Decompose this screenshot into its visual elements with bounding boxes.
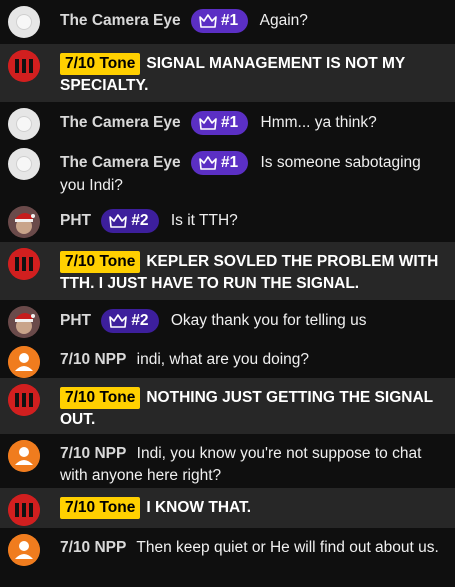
author-name[interactable]: 7/10 NPP: [60, 539, 126, 556]
chat-message: 7/10 NPP Indi, you know you're not suppo…: [0, 434, 455, 488]
author-name[interactable]: 7/10 NPP: [60, 445, 126, 462]
chat-message: PHT #2 Okay thank you for telling us: [0, 300, 455, 340]
avatar[interactable]: [8, 50, 40, 82]
tone-badge[interactable]: 7/10 Tone: [60, 497, 141, 519]
rank-label: #1: [220, 154, 239, 171]
author-name[interactable]: 7/10 NPP: [60, 351, 126, 368]
rank-badge: #1: [190, 9, 249, 33]
avatar[interactable]: [8, 108, 40, 140]
author-name[interactable]: PHT: [60, 212, 91, 229]
crown-icon: [199, 156, 217, 170]
person-icon: [8, 440, 40, 472]
person-icon: [8, 346, 40, 378]
tone-badge[interactable]: 7/10 Tone: [60, 387, 141, 409]
rank-label: #1: [220, 12, 239, 29]
chat-message: 7/10 Tone I KNOW THAT.: [0, 488, 455, 528]
rank-badge: #2: [101, 309, 159, 333]
avatar[interactable]: [8, 206, 40, 238]
avatar[interactable]: [8, 534, 40, 566]
tone-logo-icon: [8, 50, 40, 82]
avatar[interactable]: [8, 248, 40, 280]
rank-badge: #2: [101, 209, 159, 233]
chat-message: 7/10 Tone SIGNAL MANAGEMENT IS NOT MY SPE…: [0, 44, 455, 102]
message-text: Then keep quiet or He will find out abou…: [136, 539, 439, 556]
avatar[interactable]: [8, 384, 40, 416]
avatar[interactable]: [8, 346, 40, 378]
crown-icon: [109, 314, 128, 328]
rank-label: #2: [131, 312, 149, 329]
chat-message: 7/10 NPP Then keep quiet or He will find…: [0, 528, 455, 587]
chat-message: 7/10 Tone KEPLER SOVLED THE PROBLEM WITH …: [0, 242, 455, 300]
avatar[interactable]: [8, 6, 40, 38]
tone-logo-icon: [8, 494, 40, 526]
chat-message: 7/10 Tone NOTHING JUST GETTING THE SIGNAL…: [0, 378, 455, 434]
author-name[interactable]: The Camera Eye: [60, 12, 181, 29]
avatar[interactable]: [8, 306, 40, 338]
message-text: Hmm... ya think?: [260, 114, 377, 132]
message-text: Again?: [259, 12, 308, 30]
author-name[interactable]: The Camera Eye: [60, 114, 181, 131]
santa-hat-avatar: [8, 206, 40, 238]
rank-badge: #1: [190, 151, 249, 175]
author-name[interactable]: The Camera Eye: [60, 154, 181, 171]
santa-hat-avatar: [8, 306, 40, 338]
avatar[interactable]: [8, 440, 40, 472]
message-text: I KNOW THAT.: [146, 499, 252, 516]
rank-label: #1: [220, 114, 239, 131]
chat-log: The Camera Eye #1 Again? 7/10 Tone SIGNAL…: [0, 0, 455, 587]
chat-message: PHT #2 Is it TTH?: [0, 200, 455, 242]
chat-message: 7/10 NPP indi, what are you doing?: [0, 340, 455, 378]
person-icon: [8, 534, 40, 566]
rank-badge: #1: [190, 111, 249, 135]
tone-badge[interactable]: 7/10 Tone: [60, 53, 141, 75]
chat-message: The Camera Eye #1 Hmm... ya think?: [0, 102, 455, 142]
avatar[interactable]: [8, 494, 40, 526]
tone-logo-icon: [8, 248, 40, 280]
chat-message: The Camera Eye #1 Is someone sabotaging …: [0, 142, 455, 200]
crown-icon: [109, 214, 128, 228]
avatar[interactable]: [8, 148, 40, 180]
message-text: Is it TTH?: [170, 212, 238, 230]
message-text: indi, what are you doing?: [136, 351, 310, 368]
author-name[interactable]: PHT: [60, 312, 91, 329]
chat-message: The Camera Eye #1 Again?: [0, 0, 455, 44]
tone-badge[interactable]: 7/10 Tone: [60, 251, 141, 273]
message-text: Okay thank you for telling us: [170, 312, 367, 330]
tone-logo-icon: [8, 384, 40, 416]
rank-label: #2: [131, 212, 149, 229]
crown-icon: [199, 116, 217, 130]
crown-icon: [199, 14, 217, 28]
